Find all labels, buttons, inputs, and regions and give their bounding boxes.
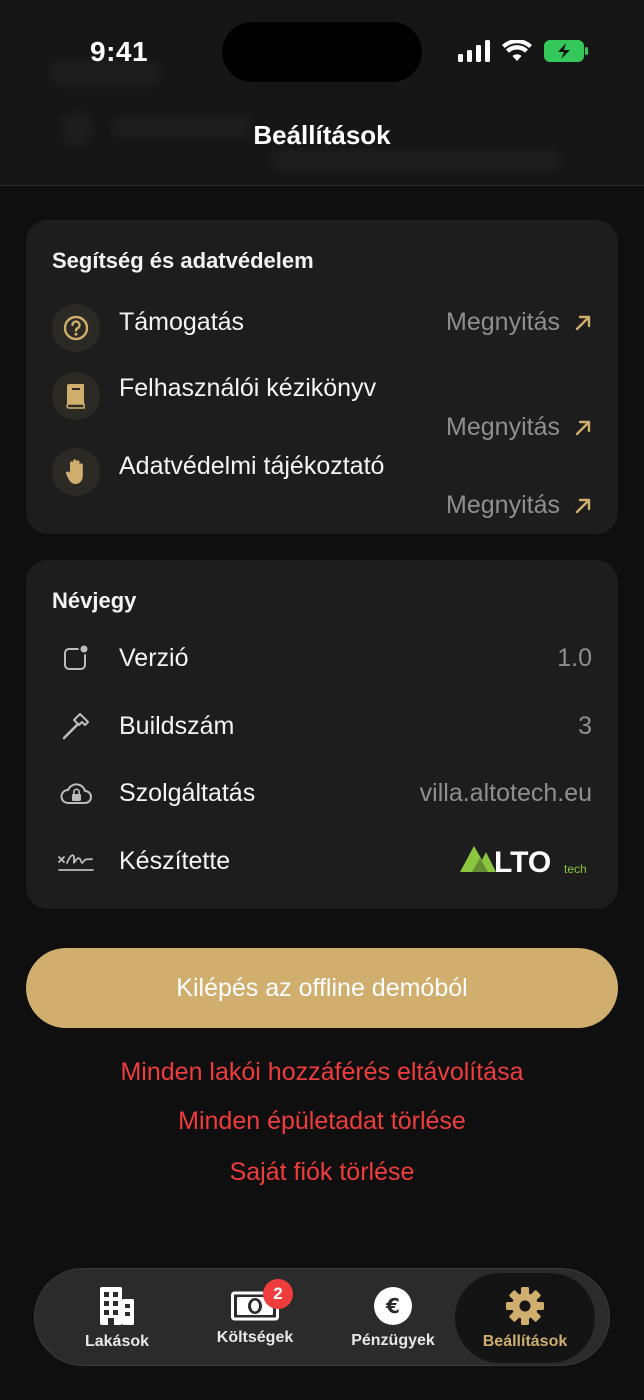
building-icon <box>100 1287 134 1325</box>
tab-apartments[interactable]: Lakások <box>47 1273 187 1363</box>
tab-costs[interactable]: Költségek 2 <box>185 1273 325 1363</box>
section-title: Segítség és adatvédelem <box>52 248 314 273</box>
row-label: Szolgáltatás <box>119 779 256 807</box>
row-label: Buildszám <box>119 712 235 740</box>
open-link[interactable]: Megnyitás <box>446 308 592 337</box>
delete-building-data-link[interactable]: Minden épületadat törlése <box>0 1107 644 1136</box>
signature-icon <box>56 842 96 882</box>
svg-text:€: € <box>385 1294 400 1318</box>
status-icons <box>458 40 588 62</box>
row-label: Támogatás <box>119 308 245 336</box>
cloud-lock-icon <box>56 774 96 814</box>
remove-resident-access-link[interactable]: Minden lakói hozzáférés eltávolítása <box>0 1058 644 1087</box>
exit-offline-demo-button[interactable]: Kilépés az offline demóból <box>26 948 618 1028</box>
gear-icon <box>506 1287 544 1325</box>
euro-icon: € <box>374 1287 412 1325</box>
tab-label: Költségek <box>216 1329 294 1346</box>
wifi-icon <box>502 40 532 61</box>
build-number-value: 3 <box>578 712 592 740</box>
section-title: Névjegy <box>52 588 137 613</box>
about-card: Névjegy Verzió 1.0 Buildszám 3 Szolgálta… <box>26 560 618 909</box>
arrow-up-right-icon <box>575 498 591 513</box>
version-value: 1.0 <box>557 644 592 672</box>
help-privacy-card: Segítség és adatvédelem Támogatás Megnyi… <box>26 220 618 534</box>
svg-text:tech: tech <box>564 862 587 876</box>
row-label: Felhasználói kézikönyv <box>119 374 377 402</box>
open-link-label: Megnyitás <box>446 413 560 441</box>
hand-icon <box>52 448 100 496</box>
tab-label: Beállítások <box>482 1333 568 1350</box>
book-icon <box>52 372 100 420</box>
service-url-value: villa.altotech.eu <box>419 779 592 807</box>
open-link[interactable]: Megnyitás <box>446 491 592 520</box>
altotech-logo: LTO tech <box>460 842 592 881</box>
delete-own-account-link[interactable]: Saját fiók törlése <box>0 1158 644 1187</box>
tab-label: Pénzügyek <box>351 1332 435 1349</box>
open-link-label: Megnyitás <box>446 308 560 336</box>
row-label: Verzió <box>119 644 189 672</box>
arrow-up-right-icon <box>575 315 591 330</box>
page-title: Beállítások <box>253 120 391 150</box>
tab-bar: Lakások Költségek 2 € Pénzügyek Beállítá… <box>34 1268 610 1366</box>
hammer-icon <box>56 706 96 746</box>
notification-badge: 2 <box>263 1279 293 1309</box>
open-link[interactable]: Megnyitás <box>446 413 592 442</box>
scrolled-content-ghost <box>270 150 560 172</box>
app-badge-icon <box>56 638 96 678</box>
battery-charging-icon <box>544 40 588 62</box>
open-link-label: Megnyitás <box>446 491 560 519</box>
navigation-header: 9:41 Beállítások <box>0 0 644 186</box>
row-label: Készítette <box>119 847 231 875</box>
tab-finances[interactable]: € Pénzügyek <box>323 1273 463 1363</box>
tab-label: Lakások <box>84 1333 150 1350</box>
arrow-up-right-icon <box>575 420 591 435</box>
row-label: Adatvédelmi tájékoztató <box>119 452 385 480</box>
svg-text:LTO: LTO <box>494 846 551 876</box>
question-circle-icon <box>52 304 100 352</box>
tab-settings[interactable]: Beállítások <box>455 1273 595 1363</box>
cellular-signal-icon <box>458 40 490 62</box>
dynamic-island <box>222 22 422 82</box>
status-time: 9:41 <box>90 36 149 67</box>
